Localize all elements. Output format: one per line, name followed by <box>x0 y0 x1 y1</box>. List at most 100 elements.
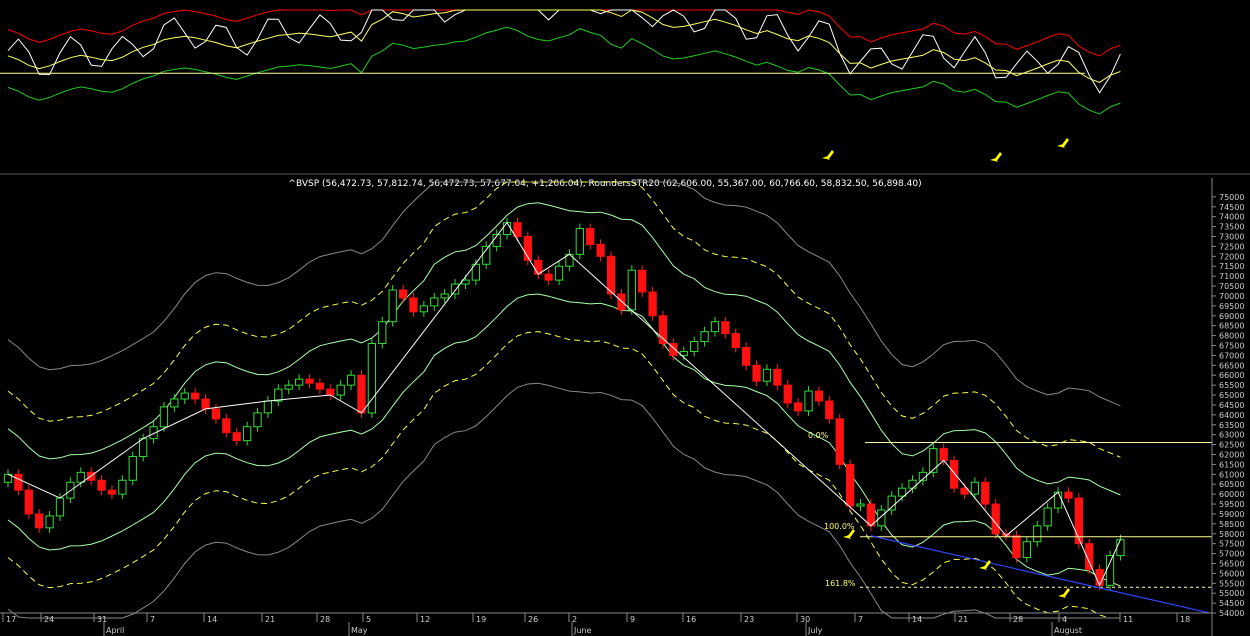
candle <box>596 243 605 257</box>
candle <box>1043 507 1052 527</box>
indicator-series <box>7 9 1121 83</box>
y-tick-label: 56000 <box>1219 569 1244 578</box>
x-tick-label: 21 <box>958 615 968 624</box>
candle <box>981 481 990 505</box>
y-tick-label: 61500 <box>1219 460 1244 469</box>
x-axis: 17 24 31 7 14 21 28 5 12 19 26 2 9 16 23 30 7 14 21 28 4 11 18… <box>0 612 1212 636</box>
candle <box>76 471 85 483</box>
candle <box>118 479 127 495</box>
y-tick-label: 61000 <box>1219 470 1244 479</box>
x-tick-label: 4 <box>1062 615 1067 624</box>
y-tick-label: 62500 <box>1219 441 1244 450</box>
y-tick-label: 57500 <box>1219 540 1244 549</box>
y-tick-label: 73000 <box>1219 233 1244 242</box>
candle <box>835 418 844 465</box>
candle <box>575 228 584 255</box>
x-month-label: April <box>106 626 124 635</box>
fib-100-label: 100.0% <box>824 522 855 531</box>
candle <box>1064 491 1073 499</box>
x-tick-label: 2 <box>572 615 577 624</box>
candle <box>752 364 761 382</box>
x-tick-label: 28 <box>320 615 330 624</box>
candle <box>211 408 221 420</box>
candle <box>1012 535 1021 559</box>
y-tick-label: 60500 <box>1219 480 1244 489</box>
y-tick-label: 69500 <box>1219 302 1244 311</box>
indicator-series <box>7 26 1121 115</box>
y-tick-label: 54000 <box>1219 609 1244 618</box>
x-tick-label: 14 <box>912 615 922 624</box>
candle <box>949 459 959 489</box>
candle <box>544 273 553 281</box>
candle <box>783 384 792 404</box>
candle <box>346 374 356 386</box>
candle <box>814 390 824 402</box>
candle <box>1095 568 1104 586</box>
candle <box>939 448 948 461</box>
x-tick-label: 19 <box>476 615 486 624</box>
candle <box>887 495 896 511</box>
candle <box>430 297 439 307</box>
y-tick-label: 75000 <box>1219 193 1244 202</box>
y-tick-label: 63500 <box>1219 421 1244 430</box>
candle <box>35 513 44 529</box>
y-tick-label: 54500 <box>1219 599 1244 608</box>
candle <box>877 509 886 527</box>
candle <box>388 289 397 323</box>
x-month-label: August <box>1054 626 1082 635</box>
candle <box>440 293 449 299</box>
y-tick-label: 71000 <box>1219 272 1244 281</box>
candle <box>606 255 616 295</box>
y-tick-label: 68500 <box>1219 322 1244 331</box>
y-tick-label: 65500 <box>1219 381 1244 390</box>
candle <box>554 265 564 281</box>
candle <box>139 438 148 457</box>
bvsp-chart: ^BVSP (56,472.73, 57,812.74, 56,472.73, … <box>0 9 1250 636</box>
candle <box>263 400 273 414</box>
y-tick-label: 55000 <box>1219 589 1244 598</box>
y-tick-label: 59500 <box>1219 500 1244 509</box>
fib-161-label: 161.8% <box>825 579 856 588</box>
candle <box>378 321 387 345</box>
candle <box>274 388 283 402</box>
candle <box>710 321 720 333</box>
candle <box>242 426 252 442</box>
x-tick-label: 17 <box>6 615 16 624</box>
y-axis: 5400054500550005550056000565005700057500… <box>1211 178 1244 636</box>
indicator-series <box>7 9 1121 57</box>
x-tick-label: 21 <box>265 615 275 624</box>
candle <box>14 473 23 491</box>
band-upper <box>7 202 1121 496</box>
x-tick-label: 18 <box>1180 615 1190 624</box>
band-upper-dashed <box>7 181 1121 458</box>
candle <box>232 432 241 442</box>
y-tick-label: 64000 <box>1219 411 1244 420</box>
chart-title: ^BVSP (56,472.73, 57,812.74, 56,472.73, … <box>288 179 921 189</box>
candle <box>45 515 54 529</box>
candle <box>586 228 595 245</box>
y-tick-label: 66000 <box>1219 371 1244 380</box>
y-tick-label: 70500 <box>1219 282 1244 291</box>
candle <box>658 315 668 345</box>
candle <box>929 448 938 473</box>
band-lower <box>7 293 1121 587</box>
candle <box>357 374 366 414</box>
candle <box>1116 539 1125 557</box>
x-tick-label: 30 <box>800 615 810 624</box>
y-tick-label: 58500 <box>1219 520 1244 529</box>
candle <box>128 455 137 481</box>
candle <box>804 390 813 412</box>
candle <box>856 503 865 507</box>
x-tick-label: 31 <box>97 615 107 624</box>
y-tick-label: 67500 <box>1219 342 1244 351</box>
y-tick-label: 72500 <box>1219 242 1244 251</box>
band-outer-lower <box>7 382 1121 619</box>
candle <box>336 384 345 396</box>
candle <box>190 392 200 400</box>
arrow-icon <box>822 150 834 160</box>
y-tick-label: 55500 <box>1219 579 1244 588</box>
candle <box>294 378 304 386</box>
candle <box>97 479 106 491</box>
x-tick-label: 9 <box>630 615 635 624</box>
x-tick-label: 7 <box>150 615 155 624</box>
